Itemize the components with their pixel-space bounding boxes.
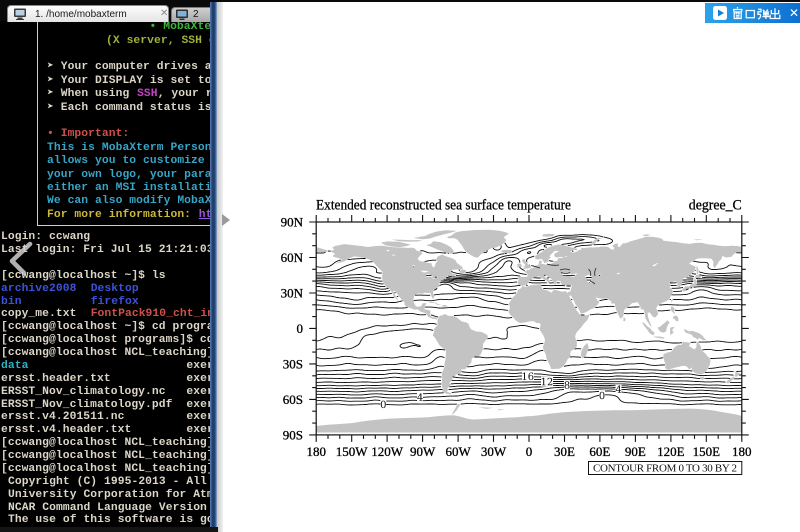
svg-text:30E: 30E <box>554 444 575 459</box>
svg-text:120E: 120E <box>657 444 685 459</box>
svg-text:CONTOUR FROM 0 TO 30 BY 2: CONTOUR FROM 0 TO 30 BY 2 <box>593 463 737 475</box>
svg-text:90W: 90W <box>410 444 436 459</box>
svg-text:Extended reconstructed sea sur: Extended reconstructed sea surface tempe… <box>316 198 571 214</box>
svg-text:60N: 60N <box>281 250 304 265</box>
svg-text:30N: 30N <box>281 286 304 301</box>
svg-text:60E: 60E <box>589 444 610 459</box>
svg-text:120W: 120W <box>371 444 404 459</box>
svg-text:0: 0 <box>526 444 533 459</box>
svg-text:90E: 90E <box>625 444 646 459</box>
svg-text:degree_C: degree_C <box>689 198 742 214</box>
svg-text:60S: 60S <box>283 392 303 407</box>
svg-text:0: 0 <box>297 321 304 336</box>
svg-text:90N: 90N <box>281 215 304 230</box>
svg-text:90S: 90S <box>283 427 303 442</box>
svg-text:30S: 30S <box>283 356 303 371</box>
svg-text:60W: 60W <box>445 444 471 459</box>
svg-text:180: 180 <box>306 444 326 459</box>
svg-text:150W: 150W <box>336 444 369 459</box>
svg-text:150E: 150E <box>693 444 721 459</box>
svg-text:180: 180 <box>732 444 752 459</box>
svg-text:30W: 30W <box>481 444 507 459</box>
